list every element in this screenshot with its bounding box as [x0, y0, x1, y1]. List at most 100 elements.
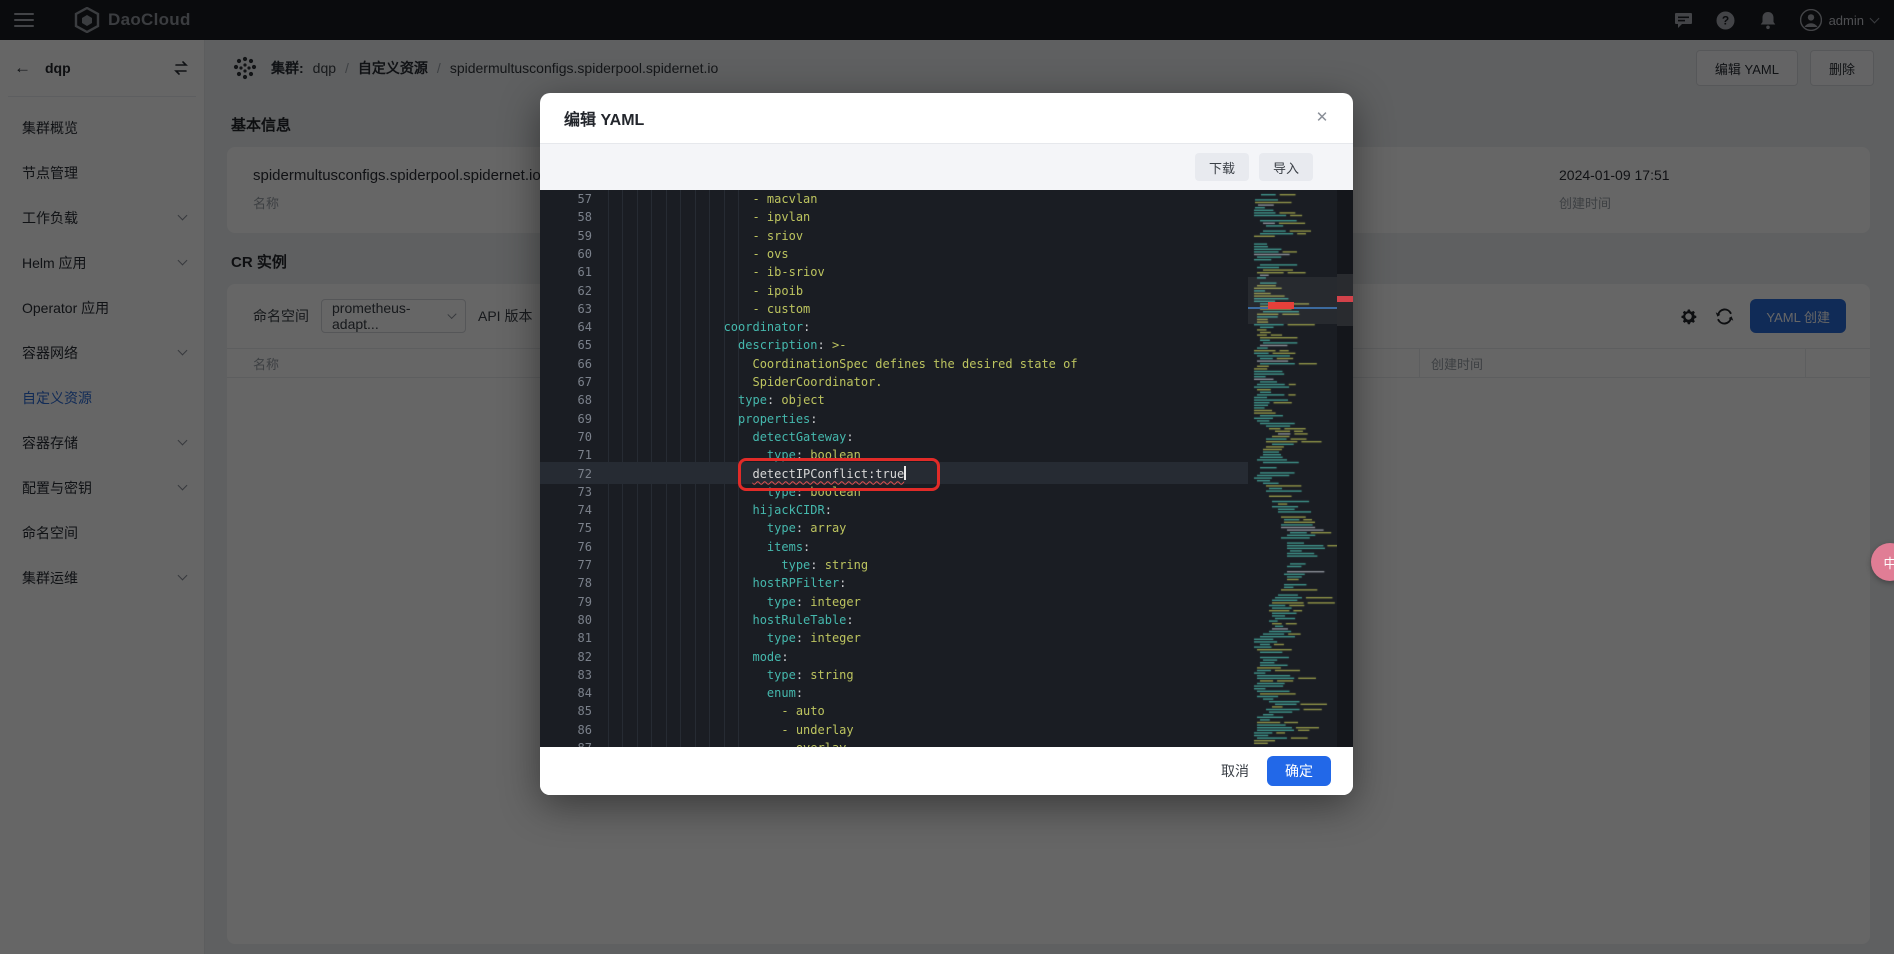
- code-line-82[interactable]: 82 mode:: [540, 648, 1248, 666]
- line-content: hostRuleTable:: [608, 611, 854, 629]
- line-number: 60: [540, 245, 592, 263]
- code-line-65[interactable]: 65 description: >-: [540, 336, 1248, 354]
- line-number: 82: [540, 648, 592, 666]
- confirm-button[interactable]: 确定: [1267, 756, 1331, 786]
- code-line-86[interactable]: 86 - underlay: [540, 721, 1248, 739]
- code-line-61[interactable]: 61 - ib-sriov: [540, 263, 1248, 281]
- minimap-viewport[interactable]: [1248, 277, 1337, 324]
- line-content: - sriov: [608, 227, 803, 245]
- line-number: 73: [540, 483, 592, 501]
- line-content: mode:: [608, 648, 789, 666]
- code-line-71[interactable]: 71 type: boolean: [540, 446, 1248, 464]
- code-line-57[interactable]: 57 - macvlan: [540, 190, 1248, 208]
- line-content: SpiderCoordinator.: [608, 373, 883, 391]
- line-content: - ib-sriov: [608, 263, 825, 281]
- code-line-80[interactable]: 80 hostRuleTable:: [540, 611, 1248, 629]
- line-content: - macvlan: [608, 190, 818, 208]
- code-line-63[interactable]: 63 - custom: [540, 300, 1248, 318]
- line-content: hostRPFilter:: [608, 574, 846, 592]
- code-line-85[interactable]: 85 - auto: [540, 702, 1248, 720]
- line-number: 69: [540, 410, 592, 428]
- line-content: type: integer: [608, 593, 861, 611]
- code-line-76[interactable]: 76 items:: [540, 538, 1248, 556]
- line-number: 86: [540, 721, 592, 739]
- line-number: 64: [540, 318, 592, 336]
- code-line-70[interactable]: 70detectGateway:: [540, 428, 1248, 446]
- line-number: 61: [540, 263, 592, 281]
- line-content: type: object: [608, 391, 825, 409]
- line-content: - underlay: [608, 721, 854, 739]
- minimap[interactable]: [1248, 190, 1337, 747]
- line-number: 65: [540, 336, 592, 354]
- line-number: 81: [540, 629, 592, 647]
- import-button[interactable]: 导入: [1259, 153, 1313, 181]
- code-line-87[interactable]: 87 - overlay: [540, 739, 1248, 747]
- download-button[interactable]: 下载: [1195, 153, 1249, 181]
- line-number: 59: [540, 227, 592, 245]
- scrollbar-error-marker: [1337, 296, 1353, 302]
- line-number: 85: [540, 702, 592, 720]
- code-line-79[interactable]: 79 type: integer: [540, 593, 1248, 611]
- line-content: - ovs: [608, 245, 789, 263]
- code-line-59[interactable]: 59 - sriov: [540, 227, 1248, 245]
- line-content: - ipoib: [608, 282, 803, 300]
- line-content: type: boolean: [608, 483, 861, 501]
- line-number: 72: [540, 465, 592, 483]
- line-number: 83: [540, 666, 592, 684]
- code-line-84[interactable]: 84 enum:: [540, 684, 1248, 702]
- line-number: 70: [540, 428, 592, 446]
- code-line-75[interactable]: 75 type: array: [540, 519, 1248, 537]
- line-content: hijackCIDR:: [608, 501, 832, 519]
- line-content: - ipvlan: [608, 208, 810, 226]
- modal-title: 编辑 YAML: [564, 106, 644, 130]
- line-content: type: array: [608, 519, 846, 537]
- code-line-77[interactable]: 77 type: string: [540, 556, 1248, 574]
- code-line-62[interactable]: 62 - ipoib: [540, 282, 1248, 300]
- code-line-78[interactable]: 78 hostRPFilter:: [540, 574, 1248, 592]
- line-content: coordinator:: [608, 318, 810, 336]
- line-content: type: integer: [608, 629, 861, 647]
- text-cursor: [904, 466, 906, 480]
- line-number: 77: [540, 556, 592, 574]
- code-line-67[interactable]: 67SpiderCoordinator.: [540, 373, 1248, 391]
- code-line-73[interactable]: 73 type: boolean: [540, 483, 1248, 501]
- line-number: 63: [540, 300, 592, 318]
- line-number: 84: [540, 684, 592, 702]
- code-line-60[interactable]: 60 - ovs: [540, 245, 1248, 263]
- line-number: 79: [540, 593, 592, 611]
- line-content: - overlay: [608, 739, 846, 747]
- line-number: 58: [540, 208, 592, 226]
- edit-yaml-modal: 编辑 YAML ✕ 下载 导入 57- macvlan58- ipvlan59-…: [540, 93, 1353, 795]
- code-line-69[interactable]: 69properties:: [540, 410, 1248, 428]
- code-line-72[interactable]: 72 detectIPConflict:true: [540, 465, 1248, 483]
- code-line-68[interactable]: 68type: object: [540, 391, 1248, 409]
- close-icon[interactable]: ✕: [1311, 107, 1333, 129]
- code-line-66[interactable]: 66CoordinationSpec defines the desired s…: [540, 355, 1248, 373]
- line-number: 57: [540, 190, 592, 208]
- minimap-error-marker: [1268, 302, 1294, 309]
- line-content: type: boolean: [608, 446, 861, 464]
- line-content: description: >-: [608, 336, 846, 354]
- line-number: 80: [540, 611, 592, 629]
- line-content: - auto: [608, 702, 825, 720]
- line-content: detectIPConflict:true: [608, 465, 906, 483]
- line-number: 71: [540, 446, 592, 464]
- line-content: items:: [608, 538, 810, 556]
- line-number: 74: [540, 501, 592, 519]
- line-number: 75: [540, 519, 592, 537]
- code-line-74[interactable]: 74 hijackCIDR:: [540, 501, 1248, 519]
- line-content: - custom: [608, 300, 810, 318]
- line-content: type: string: [608, 556, 868, 574]
- line-content: enum:: [608, 684, 803, 702]
- code-line-83[interactable]: 83type: string: [540, 666, 1248, 684]
- code-line-64[interactable]: 64 coordinator:: [540, 318, 1248, 336]
- line-number: 62: [540, 282, 592, 300]
- code-line-81[interactable]: 81 type: integer: [540, 629, 1248, 647]
- code-line-58[interactable]: 58 - ipvlan: [540, 208, 1248, 226]
- line-number: 78: [540, 574, 592, 592]
- line-content: CoordinationSpec defines the desired sta…: [608, 355, 1078, 373]
- cancel-button[interactable]: 取消: [1221, 761, 1249, 781]
- line-number: 76: [540, 538, 592, 556]
- yaml-editor[interactable]: 57- macvlan58- ipvlan59- sriov60- ovs61-…: [540, 190, 1353, 747]
- line-number: 87: [540, 739, 592, 747]
